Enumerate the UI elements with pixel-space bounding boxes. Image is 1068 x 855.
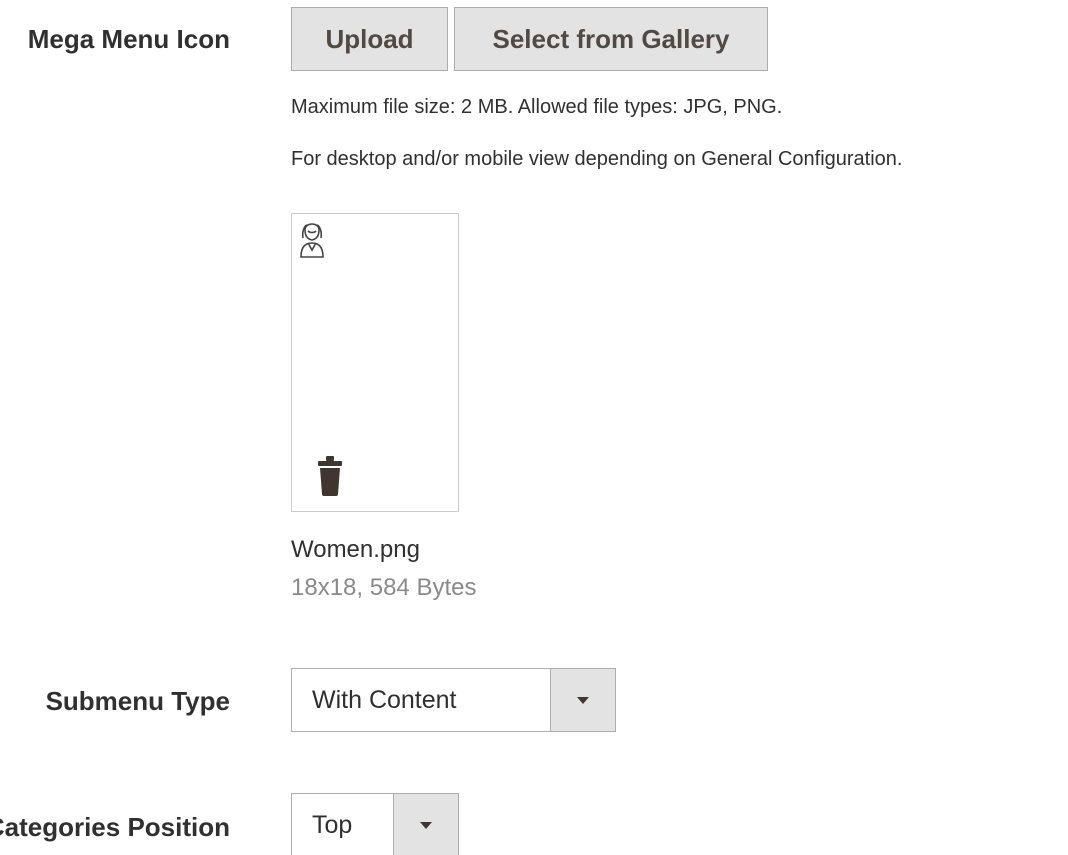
chevron-down-icon — [577, 696, 589, 704]
submenu-type-label: Submenu Type — [45, 686, 230, 716]
view-config-note: For desktop and/or mobile view depending… — [291, 148, 903, 170]
file-meta: 18x18, 584 Bytes — [291, 574, 477, 601]
upload-button[interactable]: Upload — [291, 7, 448, 71]
submenu-type-dropdown-button[interactable] — [550, 669, 615, 731]
file-name: Women.png — [291, 536, 420, 563]
categories-position-select[interactable]: Top — [291, 793, 459, 855]
mega-menu-icon-label: Mega Menu Icon — [27, 24, 230, 54]
categories-position-dropdown-button[interactable] — [393, 794, 458, 855]
woman-icon — [300, 223, 324, 258]
submenu-type-value: With Content — [312, 685, 457, 714]
categories-position-value: Top — [312, 810, 353, 839]
image-preview — [291, 213, 459, 512]
select-from-gallery-button[interactable]: Select from Gallery — [454, 7, 768, 71]
submenu-type-select[interactable]: With Content — [291, 668, 616, 732]
chevron-down-icon — [420, 821, 432, 829]
file-size-note: Maximum file size: 2 MB. Allowed file ty… — [291, 96, 783, 118]
trash-icon[interactable] — [315, 454, 345, 498]
category-form-section: Mega Menu Icon Upload Select from Galler… — [0, 0, 1068, 855]
categories-position-label: Categories Position — [0, 812, 230, 842]
